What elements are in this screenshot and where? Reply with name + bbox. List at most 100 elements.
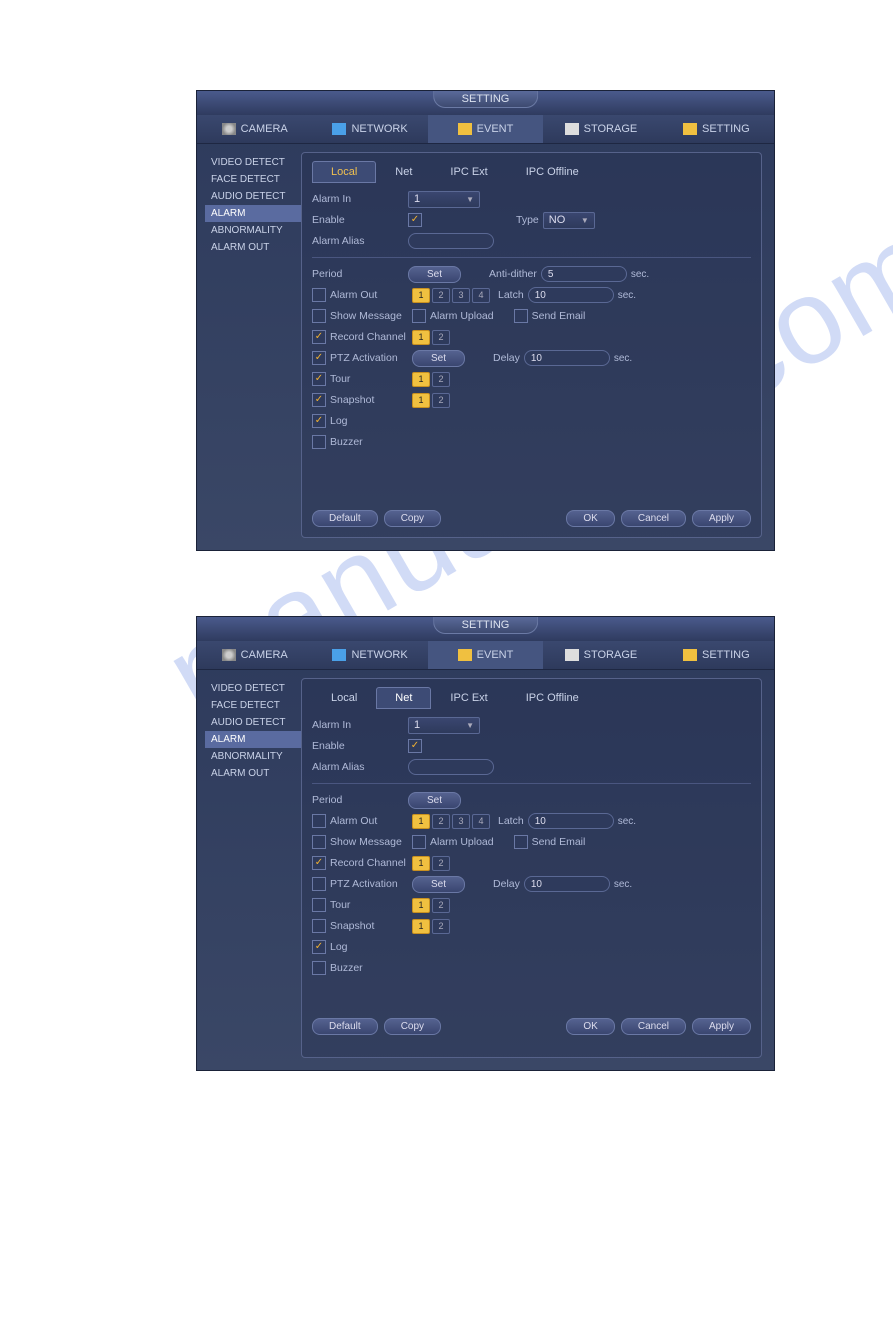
tab-label: SETTING <box>702 649 750 661</box>
buzzer-checkbox[interactable] <box>312 435 326 449</box>
delay-input[interactable]: 10 <box>524 876 610 892</box>
ok-button[interactable]: OK <box>566 1018 614 1035</box>
apply-button[interactable]: Apply <box>692 1018 751 1035</box>
sidebar-item-video-detect[interactable]: VIDEO DETECT <box>205 680 301 697</box>
subtab-net[interactable]: Net <box>376 161 431 183</box>
channel-1-button[interactable]: 1 <box>412 372 430 387</box>
period-set-button[interactable]: Set <box>408 266 461 283</box>
cancel-button[interactable]: Cancel <box>621 1018 686 1035</box>
channel-2-button[interactable]: 2 <box>432 814 450 829</box>
channel-2-button[interactable]: 2 <box>432 856 450 871</box>
latch-input[interactable]: 10 <box>528 813 614 829</box>
log-checkbox[interactable] <box>312 414 326 428</box>
tab-network[interactable]: NETWORK <box>312 115 427 143</box>
period-set-button[interactable]: Set <box>408 792 461 809</box>
tab-event[interactable]: EVENT <box>428 115 543 143</box>
tour-checkbox[interactable] <box>312 898 326 912</box>
channel-2-button[interactable]: 2 <box>432 898 450 913</box>
tab-storage[interactable]: STORAGE <box>543 115 658 143</box>
alarm-in-select[interactable]: 1▼ <box>408 191 480 208</box>
alarm-panel: Local Net IPC Ext IPC Offline Alarm In1▼… <box>301 678 762 1058</box>
channel-2-button[interactable]: 2 <box>432 919 450 934</box>
record-channel-checkbox[interactable] <box>312 330 326 344</box>
sidebar-item-abnormality[interactable]: ABNORMALITY <box>205 222 301 239</box>
channel-1-button[interactable]: 1 <box>412 330 430 345</box>
alarm-alias-input[interactable] <box>408 233 494 249</box>
channel-3-button[interactable]: 3 <box>452 288 470 303</box>
buzzer-checkbox[interactable] <box>312 961 326 975</box>
log-checkbox[interactable] <box>312 940 326 954</box>
alarm-alias-input[interactable] <box>408 759 494 775</box>
show-message-checkbox[interactable] <box>312 309 326 323</box>
ptz-activation-checkbox[interactable] <box>312 877 326 891</box>
alarm-in-select[interactable]: 1▼ <box>408 717 480 734</box>
alarm-upload-checkbox[interactable] <box>412 309 426 323</box>
copy-button[interactable]: Copy <box>384 510 441 527</box>
tab-event[interactable]: EVENT <box>428 641 543 669</box>
show-message-checkbox[interactable] <box>312 835 326 849</box>
tab-camera[interactable]: CAMERA <box>197 641 312 669</box>
label-latch: Latch <box>498 289 524 301</box>
label-enable: Enable <box>312 214 408 226</box>
channel-2-button[interactable]: 2 <box>432 288 450 303</box>
subtab-net[interactable]: Net <box>376 687 431 709</box>
snapshot-checkbox[interactable] <box>312 919 326 933</box>
tab-storage[interactable]: STORAGE <box>543 641 658 669</box>
tour-checkbox[interactable] <box>312 372 326 386</box>
snapshot-checkbox[interactable] <box>312 393 326 407</box>
default-button[interactable]: Default <box>312 1018 378 1035</box>
tab-setting[interactable]: SETTING <box>659 641 774 669</box>
channel-1-button[interactable]: 1 <box>412 393 430 408</box>
ok-button[interactable]: OK <box>566 510 614 527</box>
sidebar-item-face-detect[interactable]: FACE DETECT <box>205 697 301 714</box>
delay-input[interactable]: 10 <box>524 350 610 366</box>
channel-1-button[interactable]: 1 <box>412 919 430 934</box>
enable-checkbox[interactable] <box>408 739 422 753</box>
apply-button[interactable]: Apply <box>692 510 751 527</box>
tab-setting[interactable]: SETTING <box>659 115 774 143</box>
sidebar-item-abnormality[interactable]: ABNORMALITY <box>205 748 301 765</box>
sidebar-item-alarm[interactable]: ALARM <box>205 205 301 222</box>
sidebar-item-audio-detect[interactable]: AUDIO DETECT <box>205 188 301 205</box>
cancel-button[interactable]: Cancel <box>621 510 686 527</box>
sidebar-item-video-detect[interactable]: VIDEO DETECT <box>205 154 301 171</box>
sidebar-item-audio-detect[interactable]: AUDIO DETECT <box>205 714 301 731</box>
channel-1-button[interactable]: 1 <box>412 288 430 303</box>
subtab-ipc-offline[interactable]: IPC Offline <box>507 687 598 709</box>
subtab-ipc-offline[interactable]: IPC Offline <box>507 161 598 183</box>
alarm-out-checkbox[interactable] <box>312 814 326 828</box>
channel-1-button[interactable]: 1 <box>412 856 430 871</box>
send-email-checkbox[interactable] <box>514 835 528 849</box>
channel-1-button[interactable]: 1 <box>412 814 430 829</box>
subtab-local[interactable]: Local <box>312 687 376 709</box>
subtab-local[interactable]: Local <box>312 161 376 183</box>
channel-3-button[interactable]: 3 <box>452 814 470 829</box>
copy-button[interactable]: Copy <box>384 1018 441 1035</box>
channel-4-button[interactable]: 4 <box>472 288 490 303</box>
sidebar-item-face-detect[interactable]: FACE DETECT <box>205 171 301 188</box>
enable-checkbox[interactable] <box>408 213 422 227</box>
subtab-ipc-ext[interactable]: IPC Ext <box>431 687 506 709</box>
send-email-checkbox[interactable] <box>514 309 528 323</box>
default-button[interactable]: Default <box>312 510 378 527</box>
ptz-set-button[interactable]: Set <box>412 876 465 893</box>
alarm-out-checkbox[interactable] <box>312 288 326 302</box>
channel-4-button[interactable]: 4 <box>472 814 490 829</box>
latch-input[interactable]: 10 <box>528 287 614 303</box>
sidebar-item-alarm-out[interactable]: ALARM OUT <box>205 239 301 256</box>
channel-2-button[interactable]: 2 <box>432 393 450 408</box>
channel-2-button[interactable]: 2 <box>432 330 450 345</box>
alarm-upload-checkbox[interactable] <box>412 835 426 849</box>
tab-camera[interactable]: CAMERA <box>197 115 312 143</box>
anti-dither-input[interactable]: 5 <box>541 266 627 282</box>
tab-network[interactable]: NETWORK <box>312 641 427 669</box>
sidebar-item-alarm[interactable]: ALARM <box>205 731 301 748</box>
ptz-set-button[interactable]: Set <box>412 350 465 367</box>
ptz-activation-checkbox[interactable] <box>312 351 326 365</box>
record-channel-checkbox[interactable] <box>312 856 326 870</box>
sidebar-item-alarm-out[interactable]: ALARM OUT <box>205 765 301 782</box>
type-select[interactable]: NO▼ <box>543 212 595 229</box>
channel-2-button[interactable]: 2 <box>432 372 450 387</box>
subtab-ipc-ext[interactable]: IPC Ext <box>431 161 506 183</box>
channel-1-button[interactable]: 1 <box>412 898 430 913</box>
